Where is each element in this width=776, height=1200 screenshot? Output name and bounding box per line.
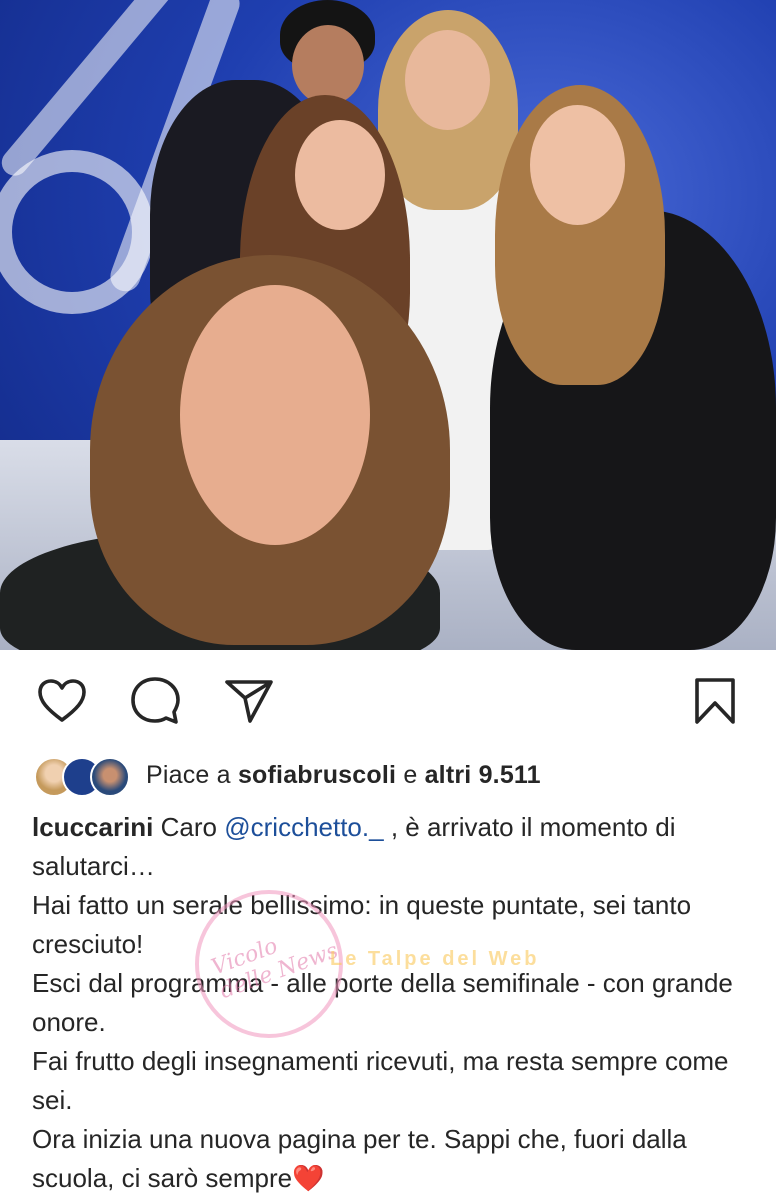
avatar xyxy=(90,757,130,797)
person-face xyxy=(530,105,625,225)
post-caption: lcuccarini Caro @cricchetto._ , è arriva… xyxy=(32,808,757,1198)
send-icon xyxy=(225,680,273,723)
person-face xyxy=(180,285,370,545)
likes-text: Piace a sofiabruscoli e altri 9.511 xyxy=(146,761,541,790)
caption-text: Caro xyxy=(160,812,217,842)
heart-icon xyxy=(38,679,86,722)
caption-mention[interactable]: @cricchetto._ xyxy=(224,812,383,842)
caption-line: Fai frutto degli insegnamenti ricevuti, … xyxy=(32,1046,729,1115)
share-button[interactable] xyxy=(222,674,276,728)
liker-username[interactable]: sofiabruscoli xyxy=(238,761,396,789)
likes-count[interactable]: altri 9.511 xyxy=(425,761,541,789)
likes-prefix: Piace a xyxy=(146,760,231,789)
caption-line: Hai fatto un serale bellissimo: in quest… xyxy=(32,890,692,959)
person-face xyxy=(295,120,385,230)
save-button[interactable] xyxy=(688,674,742,728)
comment-icon xyxy=(131,677,180,724)
likes-conjunction: e xyxy=(403,760,418,789)
caption-line: Esci dal programma - alle porte della se… xyxy=(32,968,733,1037)
bookmark-icon xyxy=(695,678,735,724)
person-face xyxy=(405,30,490,130)
liker-avatars xyxy=(34,755,134,797)
post-photo[interactable] xyxy=(0,0,776,650)
likes-row[interactable]: Piace a sofiabruscoli e altri 9.511 xyxy=(34,752,541,798)
caption-line: Ora inizia una nuova pagina per te. Sapp… xyxy=(32,1124,687,1193)
comment-button[interactable] xyxy=(128,674,182,728)
person-face xyxy=(292,25,364,105)
caption-username[interactable]: lcuccarini xyxy=(32,812,153,842)
heart-emoji: ❤️ xyxy=(292,1163,325,1193)
like-button[interactable] xyxy=(35,674,89,728)
